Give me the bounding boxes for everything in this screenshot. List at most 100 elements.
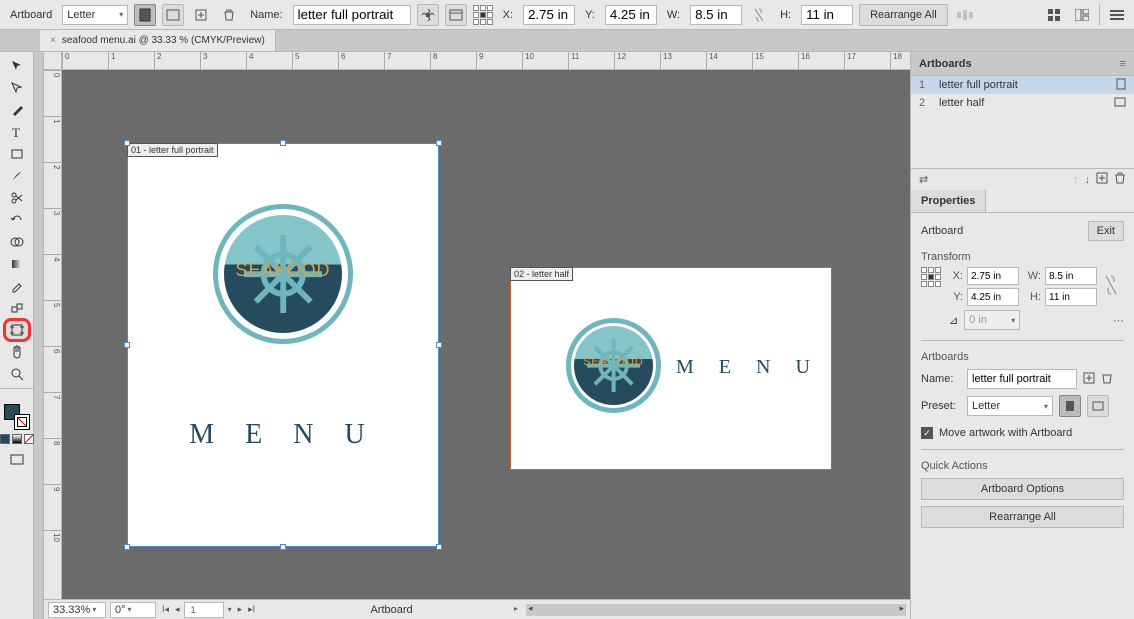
shape-builder-tool[interactable] <box>5 232 29 252</box>
rectangle-tool[interactable] <box>5 144 29 164</box>
angle-dropdown[interactable]: 0 in▾ <box>964 310 1020 330</box>
reference-point-grid[interactable] <box>473 5 493 25</box>
orientation-landscape-button[interactable] <box>1087 395 1109 417</box>
y-input[interactable] <box>605 5 657 25</box>
prop-y-input[interactable] <box>967 288 1019 306</box>
ruler-vertical[interactable]: 012345678910 <box>44 70 62 599</box>
landscape-icon[interactable] <box>1114 97 1126 110</box>
scroll-right-icon[interactable]: ▸ <box>899 603 904 614</box>
artboard-list-row[interactable]: 2 letter half <box>911 94 1134 112</box>
handle[interactable] <box>280 140 286 146</box>
rotate-tool[interactable] <box>5 210 29 230</box>
zoom-dropdown[interactable]: 33.33%▾ <box>48 602 106 618</box>
document-tab[interactable]: × seafood menu.ai @ 33.33 % (CMYK/Previe… <box>40 30 276 51</box>
prop-preset-dropdown[interactable]: Letter▾ <box>967 396 1053 416</box>
trash-icon[interactable] <box>1101 372 1113 387</box>
orientation-portrait-button[interactable] <box>1059 395 1081 417</box>
ruler-origin[interactable] <box>44 52 62 70</box>
preset-dropdown[interactable]: Letter ▾ <box>62 5 128 25</box>
ruler-horizontal[interactable]: 0123456789101112131415161718 <box>62 52 910 70</box>
nav-first-icon[interactable]: I◂ <box>160 604 171 615</box>
gradient-tool[interactable] <box>5 254 29 274</box>
new-artboard-button[interactable] <box>190 4 212 26</box>
handle[interactable] <box>124 342 130 348</box>
name-field-label: Name: <box>246 9 286 21</box>
constrain-proportions-icon[interactable] <box>1105 274 1117 299</box>
link-wh-toggle[interactable] <box>748 4 770 26</box>
pen-tool[interactable] <box>5 100 29 120</box>
eyedropper-tool[interactable] <box>5 276 29 296</box>
edit-toolbar-strip[interactable] <box>34 52 44 619</box>
hand-tool[interactable] <box>5 342 29 362</box>
screen-mode-button[interactable] <box>5 450 29 470</box>
artboard-list-row[interactable]: 1 letter full portrait <box>911 76 1134 94</box>
color-mode-none[interactable] <box>24 434 34 444</box>
paintbrush-tool[interactable] <box>5 166 29 186</box>
handle[interactable] <box>124 544 130 550</box>
handle[interactable] <box>280 544 286 550</box>
artboard-name-input[interactable] <box>293 5 411 25</box>
h-input[interactable] <box>801 5 853 25</box>
direct-selection-tool[interactable] <box>5 78 29 98</box>
fill-stroke-swatches[interactable] <box>4 404 30 430</box>
panel-menu-icon[interactable] <box>1106 4 1128 26</box>
scissors-tool[interactable] <box>5 188 29 208</box>
more-options-icon[interactable]: ⋯ <box>1113 314 1124 327</box>
rotate-view-dropdown[interactable]: 0°▾ <box>110 602 156 618</box>
artboards-panel-header[interactable]: Artboards ≡ <box>911 52 1134 76</box>
nav-last-icon[interactable]: ▸I <box>246 604 257 615</box>
rearrange-all-button[interactable]: Rearrange All <box>859 4 948 26</box>
color-mode-gradient[interactable] <box>12 434 22 444</box>
prop-w-input[interactable] <box>1045 267 1097 285</box>
w-input[interactable] <box>690 5 742 25</box>
rearrange-all-button[interactable]: Rearrange All <box>921 506 1124 528</box>
artboard-2[interactable]: 02 - letter half SEAFOOD M E N U <box>511 268 831 469</box>
selection-tool[interactable] <box>5 56 29 76</box>
move-up-icon[interactable]: ↑ <box>1073 174 1079 186</box>
artboard-tool[interactable] <box>5 320 29 340</box>
chevron-down-icon[interactable]: ▾ <box>226 605 234 614</box>
scrollbar-horizontal[interactable]: ◂ ▸ <box>526 604 906 616</box>
color-mode-solid[interactable] <box>0 434 10 444</box>
nav-prev-icon[interactable]: ◂ <box>173 604 182 615</box>
type-tool[interactable]: T <box>5 122 29 142</box>
handle[interactable] <box>436 544 442 550</box>
new-artboard-icon[interactable] <box>1096 172 1108 187</box>
scroll-left-icon[interactable]: ◂ <box>528 603 533 614</box>
status-info[interactable]: Artboard ▸ <box>261 604 522 616</box>
trash-icon[interactable] <box>1114 172 1126 187</box>
exit-button[interactable]: Exit <box>1088 221 1124 241</box>
prop-x-input[interactable] <box>967 267 1019 285</box>
artboard-number-input[interactable]: 1 <box>184 602 224 618</box>
blend-tool[interactable] <box>5 298 29 318</box>
portrait-icon[interactable] <box>1116 78 1126 93</box>
orientation-landscape-button[interactable] <box>162 4 184 26</box>
align-artboards-button[interactable] <box>954 4 976 26</box>
move-down-icon[interactable]: ↓ <box>1085 174 1091 186</box>
viewport[interactable]: 01 - letter full portrait <box>62 70 910 599</box>
grid-view-button[interactable] <box>1043 4 1065 26</box>
handle[interactable] <box>124 140 130 146</box>
arrange-docs-button[interactable] <box>1071 4 1093 26</box>
close-tab-icon[interactable]: × <box>50 35 56 46</box>
prop-name-input[interactable] <box>967 369 1077 389</box>
tab-properties[interactable]: Properties <box>911 190 986 212</box>
reference-point-grid[interactable] <box>921 267 941 287</box>
move-artwork-checkbox[interactable]: ✓ Move artwork with Artboard <box>921 427 1124 439</box>
nav-next-icon[interactable]: ▸ <box>236 604 245 615</box>
delete-artboard-button[interactable] <box>218 4 240 26</box>
x-input[interactable] <box>523 5 575 25</box>
artboard-1[interactable]: 01 - letter full portrait <box>128 144 438 546</box>
panel-menu-icon[interactable]: ≡ <box>1120 58 1126 70</box>
handle[interactable] <box>436 140 442 146</box>
artboard-options-button[interactable]: Artboard Options <box>921 478 1124 500</box>
handle[interactable] <box>436 342 442 348</box>
artboard-options-button[interactable] <box>445 4 467 26</box>
stroke-swatch[interactable] <box>14 414 30 430</box>
new-artboard-icon[interactable] <box>1083 372 1095 387</box>
zoom-tool[interactable] <box>5 364 29 384</box>
move-with-art-toggle[interactable] <box>417 4 439 26</box>
reorder-icon[interactable]: ⇄ <box>919 173 928 186</box>
orientation-portrait-button[interactable] <box>134 4 156 26</box>
prop-h-input[interactable] <box>1045 288 1097 306</box>
